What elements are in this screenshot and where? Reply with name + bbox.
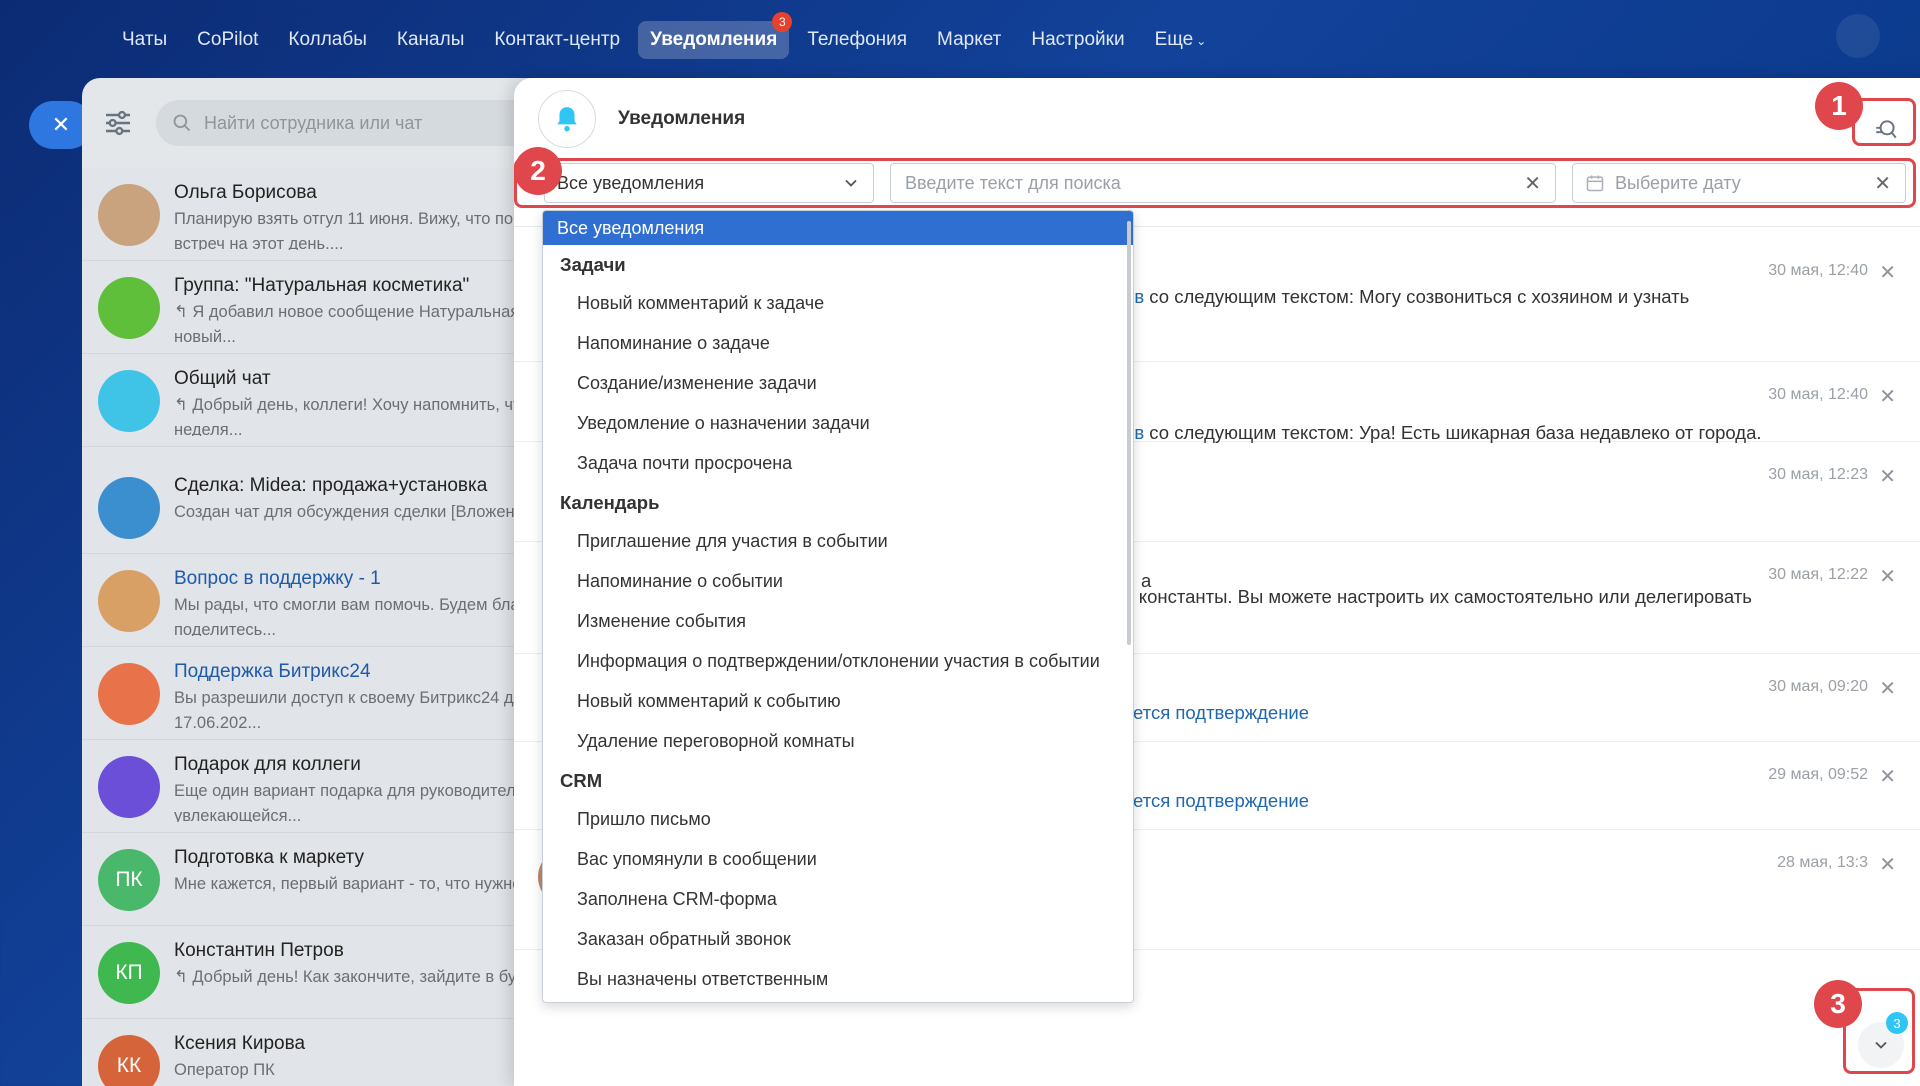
nav-item-2[interactable]: Коллабы [276,21,379,59]
user-avatar[interactable] [1836,14,1880,58]
nav-item-label: Настройки [1031,29,1125,50]
dropdown-option[interactable]: Вас упомянули в сообщении [543,839,1133,879]
close-icon[interactable]: ✕ [1879,764,1896,789]
dropdown-option[interactable]: Новый комментарий к задаче [543,283,1133,323]
dropdown-list: Все уведомления Задачи Новый комментарий к… [543,211,1133,1002]
top-navigation: Чаты CoPilot Коллабы Каналы Контакт-центр Уве… [0,0,1920,80]
close-icon[interactable]: ✕ [1879,384,1896,409]
notification-badge: 3 [772,12,793,32]
close-icon[interactable]: ✕ [1879,676,1896,701]
notification-body: со следующим текстом: Ура! Есть шикарная… [1144,422,1762,443]
nav-item-label: Чаты [122,29,168,50]
dropdown-group-label: Задачи [560,254,626,275]
dropdown-group-label: Календарь [560,492,660,513]
notification-body: со следующим текстом: Могу созвониться с… [1144,286,1690,307]
nav-item-label: Уведомления [650,29,778,50]
nav-item-label: Телефония [807,29,908,50]
dropdown-option[interactable]: Уведомление о назначении задачи [543,403,1133,443]
avatar [98,477,160,539]
dropdown-option[interactable]: Вы назначены ответственным [543,959,1133,999]
notification-time: 28 мая, 13:3 [1777,854,1868,871]
notification-body: ь константы. Вы можете настроить их само… [1124,586,1752,607]
notification-time: 30 мая, 12:40 [1768,386,1868,403]
notification-type-dropdown: Все уведомления Задачи Новый комментарий к… [542,210,1134,1003]
dropdown-option[interactable]: Пришло письмо [543,799,1133,839]
dropdown-option[interactable]: Заказан обратный звонок [543,919,1133,959]
nav-item-label: Еще [1154,29,1194,50]
notification-time: 30 мая, 12:23 [1768,466,1868,483]
notification-link[interactable]: уется подтверждение [1124,790,1309,811]
nav-item-1[interactable]: CoPilot [185,21,270,59]
notification-text: уется подтверждение [1124,702,1309,724]
search-icon [173,114,191,132]
chevron-down-icon: ⌄ [1196,34,1207,48]
notifications-header: Уведомления [514,78,1920,160]
bell-icon [538,90,596,148]
avatar [98,370,160,432]
nav-item-label: Коллабы [288,29,367,50]
dropdown-option[interactable]: Вы добавлены наблюдателем [543,999,1133,1002]
avatar [98,277,160,339]
avatar [98,756,160,818]
nav-item-7[interactable]: Маркет [925,21,1013,59]
annotation-marker-3: 3 [1814,980,1862,1028]
nav-item-3[interactable]: Каналы [385,21,476,59]
nav-item-6[interactable]: Телефония [795,21,919,59]
close-icon[interactable]: ✕ [1879,852,1896,877]
avatar: ПК [98,849,160,911]
notification-text: ив со следующим текстом: Ура! Есть шикар… [1124,422,1762,444]
dropdown-option[interactable]: Заполнена CRM-форма [543,879,1133,919]
close-icon[interactable]: ✕ [1879,564,1896,589]
dropdown-option[interactable]: Приглашение для участия в событии [543,521,1133,561]
dropdown-option[interactable]: Задача почти просрочена [543,443,1133,483]
annotation-marker-2: 2 [514,147,562,195]
nav-item-label: CoPilot [197,29,259,50]
notification-text: ив со следующим текстом: Могу созвонитьс… [1124,286,1689,308]
close-icon: ✕ [51,112,71,137]
notifications-title: Уведомления [618,108,746,129]
close-icon[interactable]: ✕ [1879,464,1896,489]
nav-item-4[interactable]: Контакт-центр [482,21,632,59]
chat-search-placeholder: Найти сотрудника или чат [204,112,423,133]
dropdown-option[interactable]: Удаление переговорной комнаты [543,721,1133,761]
dropdown-scrollbar[interactable] [1127,221,1131,645]
avatar: КК [98,1035,160,1086]
nav-item-label: Каналы [396,29,465,50]
dropdown-option[interactable]: Изменение события [543,601,1133,641]
nav-item-label: Маркет [937,29,1002,50]
avatar [98,570,160,632]
annotation-frame-2 [514,158,1916,208]
dropdown-option[interactable]: Напоминание о событии [543,561,1133,601]
nav-item-5[interactable]: Уведомления 3 [638,12,793,59]
notification-time: 29 мая, 09:52 [1768,766,1868,783]
notification-link[interactable]: уется подтверждение [1124,702,1309,723]
avatar [98,184,160,246]
dropdown-option[interactable]: Информация о подтверждении/отклонении уч… [543,641,1133,681]
nav-item-label: Контакт-центр [494,29,621,50]
nav-item-0[interactable]: Чаты [110,21,179,59]
filter-settings-icon[interactable] [102,107,134,139]
dropdown-option-selected[interactable]: Все уведомления [543,211,1133,245]
notification-text: уется подтверждение [1124,790,1309,812]
notification-text: ь константы. Вы можете настроить их само… [1124,586,1752,608]
dropdown-option[interactable]: Новый комментарий к событию [543,681,1133,721]
notification-time: 30 мая, 12:22 [1768,566,1868,583]
dropdown-group-label: CRM [560,770,603,791]
annotation-marker-1: 1 [1815,82,1863,130]
dropdown-option[interactable]: Напоминание о задаче [543,323,1133,363]
avatar [98,663,160,725]
avatar: КП [98,942,160,1004]
notification-time: 30 мая, 09:20 [1768,678,1868,695]
nav-item-9[interactable]: Еще ⌄ [1143,21,1219,59]
close-icon[interactable]: ✕ [1879,260,1896,285]
notification-time: 30 мая, 12:40 [1768,262,1868,279]
nav-item-8[interactable]: Настройки [1019,21,1136,59]
dropdown-option[interactable]: Создание/изменение задачи [543,363,1133,403]
